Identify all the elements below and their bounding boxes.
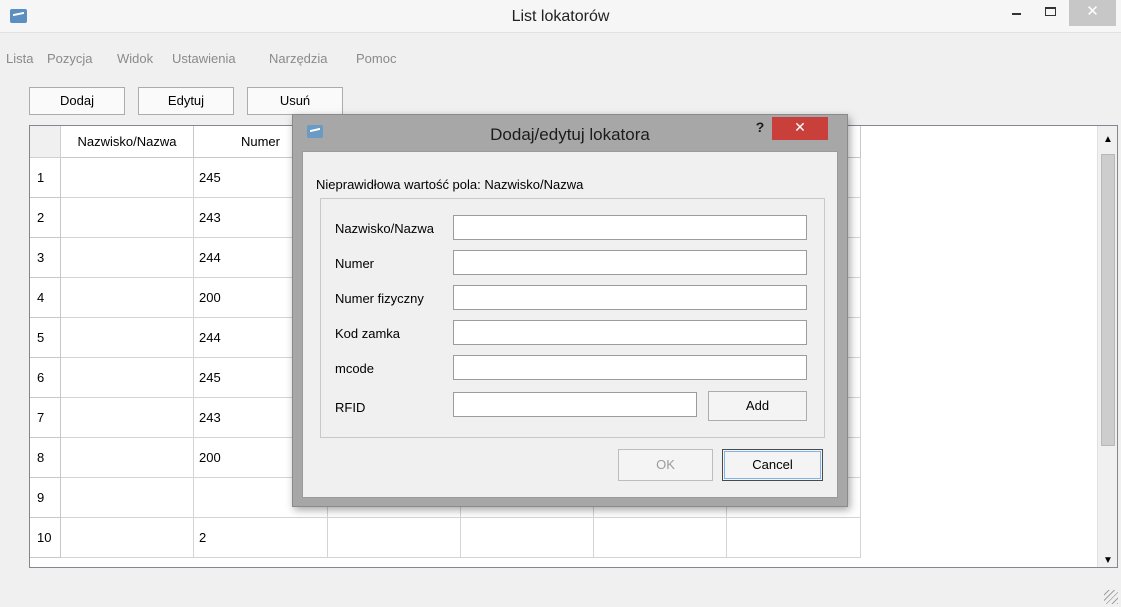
number-field[interactable] xyxy=(453,250,807,275)
close-icon: ✕ xyxy=(1086,3,1099,20)
maximize-button[interactable] xyxy=(1035,0,1065,26)
lock-code-field[interactable] xyxy=(453,320,807,345)
validation-error-message: Nieprawidłowa wartość pola: Nazwisko/Naz… xyxy=(316,177,584,192)
table-cell[interactable] xyxy=(594,518,727,558)
edit-tenant-dialog: Dodaj/edytuj lokatora ? ✕ Nieprawidłowa … xyxy=(292,114,848,507)
scroll-thumb[interactable] xyxy=(1101,154,1115,446)
name-field[interactable] xyxy=(453,215,807,240)
cell-name[interactable] xyxy=(61,358,194,398)
scroll-down-icon[interactable]: ▼ xyxy=(1098,551,1117,567)
cell-name[interactable] xyxy=(61,198,194,238)
row-header[interactable]: 1 xyxy=(30,158,61,198)
mcode-field[interactable] xyxy=(453,355,807,380)
menu-narzedzia[interactable]: Narzędzia xyxy=(269,51,328,66)
dialog-close-button[interactable]: ✕ xyxy=(772,117,828,140)
edit-button[interactable]: Edytuj xyxy=(138,87,234,115)
row-header[interactable]: 2 xyxy=(30,198,61,238)
window-title: List lokatorów xyxy=(511,8,610,25)
row-header[interactable]: 10 xyxy=(30,518,61,558)
menu-pomoc[interactable]: Pomoc xyxy=(356,51,396,66)
delete-button[interactable]: Usuń xyxy=(247,87,343,115)
label-rfid: RFID xyxy=(335,400,366,415)
cell-name[interactable] xyxy=(61,158,194,198)
help-icon[interactable]: ? xyxy=(750,119,770,139)
row-header[interactable]: 8 xyxy=(30,438,61,478)
label-lock-code: Kod zamka xyxy=(335,326,401,341)
dialog-body: Nieprawidłowa wartość pola: Nazwisko/Naz… xyxy=(302,151,838,498)
label-name: Nazwisko/Nazwa xyxy=(335,221,434,236)
maximize-icon xyxy=(1045,7,1056,16)
row-header[interactable]: 5 xyxy=(30,318,61,358)
label-physical-number: Numer fizyczny xyxy=(335,291,424,306)
vertical-scrollbar[interactable]: ▲ ▼ xyxy=(1097,126,1117,567)
dialog-titlebar: Dodaj/edytuj lokatora ? ✕ xyxy=(293,115,847,151)
minimize-button[interactable] xyxy=(1001,0,1031,26)
cell-number[interactable]: 2 xyxy=(194,518,328,558)
cell-name[interactable] xyxy=(61,438,194,478)
table-cell[interactable] xyxy=(328,518,461,558)
cell-name[interactable] xyxy=(61,278,194,318)
label-number: Numer xyxy=(335,256,375,271)
cell-name[interactable] xyxy=(61,238,194,278)
menu-ustawienia[interactable]: Ustawienia xyxy=(172,51,236,66)
menu-widok[interactable]: Widok xyxy=(117,51,153,66)
cancel-button[interactable]: Cancel xyxy=(722,449,823,481)
ok-button[interactable]: OK xyxy=(618,449,713,481)
cell-name[interactable] xyxy=(61,398,194,438)
cell-name[interactable] xyxy=(61,318,194,358)
add-button[interactable]: Dodaj xyxy=(29,87,125,115)
cell-name[interactable] xyxy=(61,478,194,518)
physical-number-field[interactable] xyxy=(453,285,807,310)
label-mcode: mcode xyxy=(335,361,375,376)
rfid-field[interactable] xyxy=(453,392,697,417)
row-header[interactable]: 3 xyxy=(30,238,61,278)
row-header[interactable]: 6 xyxy=(30,358,61,398)
menu-pozycja[interactable]: Pozycja xyxy=(47,51,93,66)
table-cell[interactable] xyxy=(727,518,861,558)
cell-name[interactable] xyxy=(61,518,194,558)
table-corner[interactable] xyxy=(30,126,61,158)
row-header[interactable]: 7 xyxy=(30,398,61,438)
minimize-icon xyxy=(1012,13,1021,15)
window-titlebar: List lokatorów ✕ xyxy=(0,0,1121,33)
resize-grip-icon[interactable] xyxy=(1104,590,1118,604)
row-header[interactable]: 4 xyxy=(30,278,61,318)
window-close-button[interactable]: ✕ xyxy=(1069,0,1116,26)
menu-bar xyxy=(0,49,1121,73)
column-header-name[interactable]: Nazwisko/Nazwa xyxy=(61,126,194,158)
table-cell[interactable] xyxy=(461,518,594,558)
rfid-add-button[interactable]: Add xyxy=(708,391,807,421)
fields-group: Nazwisko/Nazwa Numer Numer fizyczny Kod … xyxy=(320,198,825,438)
scroll-up-icon[interactable]: ▲ xyxy=(1098,130,1117,150)
menu-lista[interactable]: Lista xyxy=(6,51,33,66)
row-header[interactable]: 9 xyxy=(30,478,61,518)
